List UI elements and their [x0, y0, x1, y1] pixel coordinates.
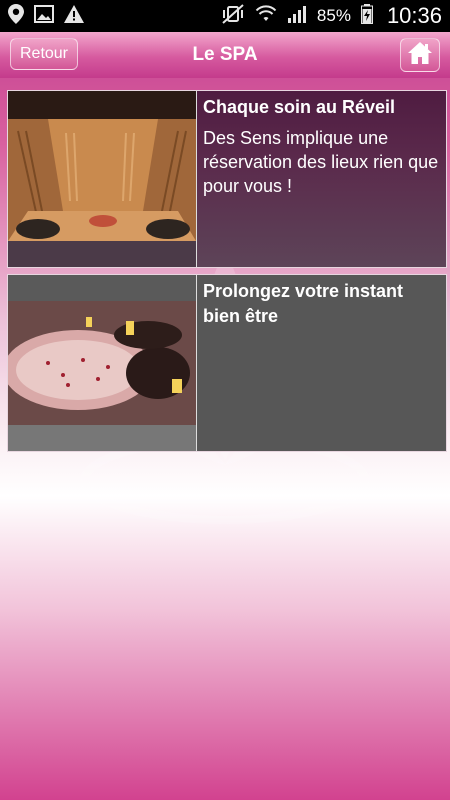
location-pin-icon [8, 4, 24, 28]
jacuzzi-photo [8, 275, 197, 451]
wifi-icon [255, 5, 277, 27]
image-icon [34, 5, 54, 27]
status-right: 85% 10:36 [221, 3, 442, 29]
signal-icon [287, 5, 307, 27]
battery-percent: 85% [316, 6, 351, 25]
vibrate-mute-icon [221, 4, 245, 28]
battery-charging-icon [360, 4, 373, 28]
home-icon [407, 41, 433, 70]
sauna-photo [8, 91, 197, 267]
list-item[interactable]: Prolongez votre instant bien être [7, 274, 447, 452]
back-button[interactable]: Retour [10, 38, 78, 70]
warning-icon [64, 5, 84, 27]
home-button[interactable] [400, 38, 440, 72]
status-left [8, 4, 84, 28]
list-item[interactable]: Chaque soin au Réveil Des Sens implique … [7, 90, 447, 268]
list-item-title: Chaque soin au Réveil [203, 97, 396, 117]
list-item-title: Prolongez votre instant bien être [203, 281, 404, 326]
status-bar: 85% 10:36 [0, 0, 450, 32]
list-item-description: Des Sens implique une réservation des li… [203, 128, 439, 196]
list-item-text: Chaque soin au Réveil Des Sens implique … [197, 91, 446, 267]
list-item-text: Prolongez votre instant bien être [197, 275, 446, 451]
clock: 10:36 [386, 3, 442, 28]
app-header: Le SPA Retour [0, 32, 450, 78]
